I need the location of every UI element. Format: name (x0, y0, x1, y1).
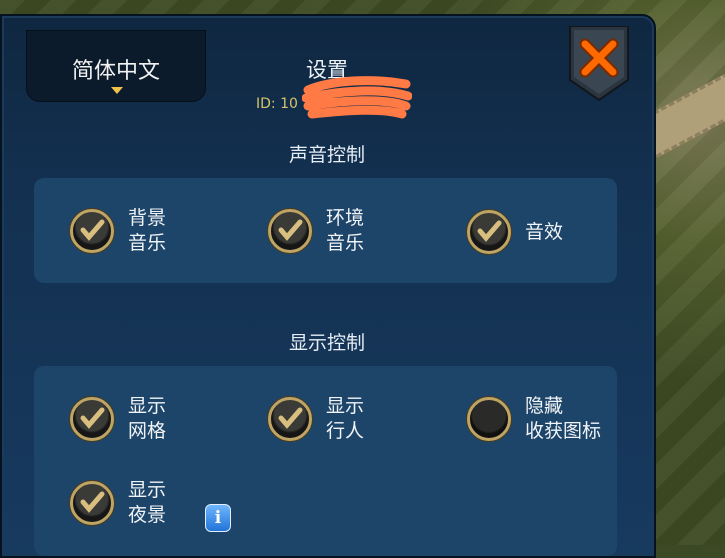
info-icon[interactable]: i (205, 504, 231, 532)
caret-down-icon (111, 87, 123, 94)
checkbox-checked-icon[interactable] (70, 209, 114, 253)
close-x-icon (569, 25, 629, 102)
option-hide-harvest-icons[interactable]: 隐藏 收获图标 (467, 394, 601, 444)
checkbox-checked-icon[interactable] (467, 210, 511, 254)
close-button[interactable] (568, 25, 630, 102)
option-label: 显示 行人 (326, 395, 365, 442)
option-show-grid[interactable]: 显示 网格 (70, 394, 166, 444)
option-label: 音效 (525, 220, 564, 243)
checkbox-checked-icon[interactable] (70, 397, 114, 441)
option-show-pedestrians[interactable]: 显示 行人 (268, 394, 364, 444)
sound-section-title: 声音控制 (288, 144, 365, 166)
checkbox-checked-icon[interactable] (70, 481, 114, 525)
option-background-music[interactable]: 背景 音乐 (70, 206, 166, 256)
option-ambient-music[interactable]: 环境 音乐 (268, 206, 364, 256)
checkbox-unchecked-icon[interactable] (467, 397, 511, 441)
option-label: 显示 夜景 (128, 479, 167, 526)
option-label: 背景 音乐 (128, 207, 167, 254)
redaction-scribble (302, 76, 412, 119)
option-label: 显示 网格 (128, 395, 167, 442)
option-show-night-view[interactable]: 显示 夜景 (70, 478, 166, 528)
option-sound-effects[interactable]: 音效 (467, 210, 563, 254)
language-label: 简体中文 (71, 59, 160, 84)
option-label: 隐藏 收获图标 (525, 395, 602, 442)
display-section-title: 显示控制 (288, 332, 365, 354)
option-label: 环境 音乐 (326, 207, 365, 254)
checkbox-checked-icon[interactable] (268, 209, 312, 253)
sound-options-box: 背景 音乐 环境 音乐 音效 (34, 178, 617, 283)
player-id: ID: 10 (256, 96, 298, 112)
settings-panel: 简体中文 设置 ID: 10 声音控制 背景 音乐 环境 音乐 音效 显示控制 … (0, 14, 656, 558)
checkbox-checked-icon[interactable] (268, 397, 312, 441)
language-dropdown[interactable]: 简体中文 (26, 30, 206, 102)
display-options-box: 显示 网格 显示 行人 隐藏 收获图标 显示 夜景 (34, 366, 617, 556)
